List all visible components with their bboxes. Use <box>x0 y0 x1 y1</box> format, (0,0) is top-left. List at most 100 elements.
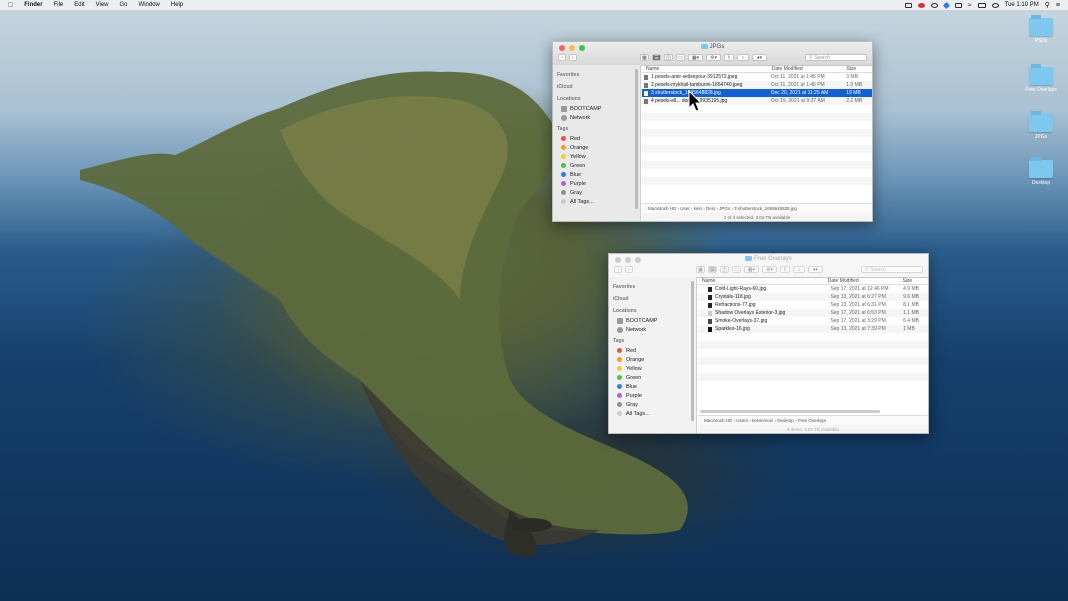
sidebar-header-icloud[interactable]: iCloud <box>553 80 640 92</box>
sidebar-tag-purple[interactable]: Purple <box>609 391 696 400</box>
sidebar-tag-gray[interactable]: Gray <box>609 400 696 409</box>
group-button[interactable]: ▦▾ <box>744 266 759 273</box>
share-icon[interactable]: ⇧ <box>780 266 790 273</box>
column-view-button[interactable]: ◫ <box>664 54 673 61</box>
table-row[interactable]: Smoke-Overlays-37.jpg Sep 17, 2021 at 3:… <box>698 317 928 325</box>
sidebar-tag-yellow[interactable]: Yellow <box>609 364 696 373</box>
column-header-date[interactable]: Date Modified <box>772 66 847 72</box>
sidebar-tag-purple[interactable]: Purple <box>553 179 640 188</box>
column-header-name[interactable]: Name <box>642 66 772 72</box>
apple-menu-icon[interactable]:  <box>8 2 13 9</box>
table-row[interactable]: 1 pexels-amir-seilsepour-3912572.jpeg Oc… <box>642 73 872 81</box>
spotlight-icon[interactable]: ⚲ <box>1045 1 1050 9</box>
gallery-view-button[interactable]: ▭ <box>676 54 685 61</box>
column-header-size[interactable]: Size <box>846 66 872 72</box>
path-segment[interactable]: Free Overlays <box>798 418 826 423</box>
desktop-folder-jpgs[interactable]: JPGs <box>1026 111 1056 140</box>
desktop-folder-free-overlays[interactable]: Free Overlays <box>1022 64 1060 93</box>
path-segment[interactable]: Users <box>736 418 748 423</box>
search-field[interactable]: ⚲ Search <box>805 54 867 61</box>
wifi-icon[interactable]: ≈ <box>968 2 972 9</box>
back-button[interactable]: ‹ <box>558 54 566 61</box>
forward-button[interactable]: › <box>569 54 577 61</box>
sidebar-header-icloud[interactable]: iCloud <box>609 292 696 304</box>
back-button[interactable]: ‹ <box>614 266 622 273</box>
sidebar-tag-green[interactable]: Green <box>553 161 640 170</box>
menu-edit[interactable]: Edit <box>74 2 84 8</box>
path-segment[interactable]: 3 shutterstock_1695648828.jpg <box>734 206 797 211</box>
path-segment[interactable]: JPGs <box>719 206 730 211</box>
group-button[interactable]: ▦▾ <box>688 54 703 61</box>
menu-file[interactable]: File <box>54 2 64 8</box>
column-view-button[interactable]: ◫ <box>720 266 729 273</box>
sidebar-item-network[interactable]: Network <box>553 113 640 122</box>
menu-clock[interactable]: Tue 1:10 PM <box>1005 2 1039 8</box>
sidebar-tag-red[interactable]: Red <box>609 346 696 355</box>
sidebar-scrollbar[interactable] <box>691 281 694 421</box>
sidebar-scrollbar[interactable] <box>635 69 638 209</box>
path-segment[interactable]: Macintosh HD <box>648 206 676 211</box>
gallery-view-button[interactable]: ▭ <box>732 266 741 273</box>
sidebar-tag-blue[interactable]: Blue <box>553 170 640 179</box>
battery-icon[interactable] <box>954 2 962 8</box>
input-source-icon[interactable] <box>977 2 986 8</box>
control-center-icon[interactable]: ≡ <box>1056 2 1060 9</box>
path-segment[interactable]: keiri <box>694 206 702 211</box>
dropbox-button[interactable]: ♦▾ <box>808 266 823 273</box>
table-row[interactable]: Cold-Light-Rays-60.jpg Sep 17, 2021 at 1… <box>698 285 928 293</box>
sidebar-all-tags[interactable]: All Tags... <box>609 409 696 418</box>
sidebar-tag-blue[interactable]: Blue <box>609 382 696 391</box>
menu-view[interactable]: View <box>96 2 109 8</box>
column-header-name[interactable]: Name <box>698 278 828 284</box>
dropbox-button[interactable]: ♦▾ <box>752 54 767 61</box>
sidebar-tag-gray[interactable]: Gray <box>553 188 640 197</box>
action-gear-icon[interactable]: ⚙▾ <box>762 266 777 273</box>
table-row-selected[interactable]: 3 shutterstock_1695648828.jpg Dec 20, 20… <box>642 89 872 97</box>
menu-help[interactable]: Help <box>171 2 183 8</box>
list-view-button[interactable]: ☰ <box>652 54 661 61</box>
tag-icon[interactable]: ○ <box>737 54 749 61</box>
icon-view-button[interactable]: ▦ <box>696 266 705 273</box>
tag-icon[interactable]: ○ <box>793 266 805 273</box>
window-titlebar[interactable]: Free Overlays ‹ › ▦ ☰ ◫ ▭ ▦▾ ⚙▾ ⇧ ○ ♦▾ ⚲… <box>609 254 928 278</box>
search-field[interactable]: ⚲ Search <box>861 266 923 273</box>
path-segment[interactable]: Desi <box>706 206 715 211</box>
path-segment[interactable]: User <box>680 206 690 211</box>
sidebar-item-network[interactable]: Network <box>609 325 696 334</box>
sidebar-tag-green[interactable]: Green <box>609 373 696 382</box>
path-segment[interactable]: kelvinmoni <box>752 418 773 423</box>
menu-app-finder[interactable]: Finder <box>24 2 42 8</box>
desktop-folder-psds[interactable]: PSDs <box>1026 15 1056 44</box>
dropbox-icon[interactable] <box>942 1 950 9</box>
sidebar-item-bootcamp[interactable]: BOOTCAMP <box>609 316 696 325</box>
table-row[interactable]: Shadow Overlays Exterior-3.jpg Sep 17, 2… <box>698 309 928 317</box>
desktop-folder-desktop[interactable]: Desktop <box>1026 157 1056 186</box>
share-icon[interactable]: ⇧ <box>724 54 734 61</box>
sidebar-tag-orange[interactable]: Orange <box>609 355 696 364</box>
record-icon[interactable] <box>917 2 925 8</box>
menu-go[interactable]: Go <box>120 2 128 8</box>
path-segment[interactable]: Macintosh HD <box>704 418 732 423</box>
sidebar-tag-yellow[interactable]: Yellow <box>553 152 640 161</box>
sidebar-item-bootcamp[interactable]: BOOTCAMP <box>553 104 640 113</box>
sidebar-tag-red[interactable]: Red <box>553 134 640 143</box>
menu-window[interactable]: Window <box>139 2 160 8</box>
column-header-size[interactable]: Size <box>902 278 928 284</box>
creative-cloud-icon[interactable] <box>930 2 938 8</box>
table-row[interactable]: 2 pexels-mykhail-tamburini-1654740.jpeg … <box>642 81 872 89</box>
forward-button[interactable]: › <box>625 266 633 273</box>
path-segment[interactable]: Desktop <box>777 418 794 423</box>
table-row[interactable]: Crystals-118.jpg Sep 13, 2021 at 6:27 PM… <box>698 293 928 301</box>
volume-icon[interactable] <box>991 2 999 8</box>
sidebar-tag-orange[interactable]: Orange <box>553 143 640 152</box>
table-row[interactable]: 4 pexels-ell... donnell-9935195.jpg Oct … <box>642 97 872 105</box>
list-view-button[interactable]: ☰ <box>708 266 717 273</box>
table-row[interactable]: Sparkles-16.jpg Sep 13, 2021 at 7:39 PM … <box>698 325 928 333</box>
action-gear-icon[interactable]: ⚙▾ <box>706 54 721 61</box>
column-header-date[interactable]: Date Modified <box>828 278 903 284</box>
icon-view-button[interactable]: ▦ <box>640 54 649 61</box>
horizontal-scrollbar[interactable] <box>700 410 880 413</box>
window-titlebar[interactable]: JPGs ‹ › ▦ ☰ ◫ ▭ ▦▾ ⚙▾ ⇧ ○ ♦▾ ⚲ Search <box>553 42 872 66</box>
screen-mirror-icon[interactable] <box>904 2 912 8</box>
table-row[interactable]: Refractions-77.jpg Sep 13, 2021 at 6:31 … <box>698 301 928 309</box>
